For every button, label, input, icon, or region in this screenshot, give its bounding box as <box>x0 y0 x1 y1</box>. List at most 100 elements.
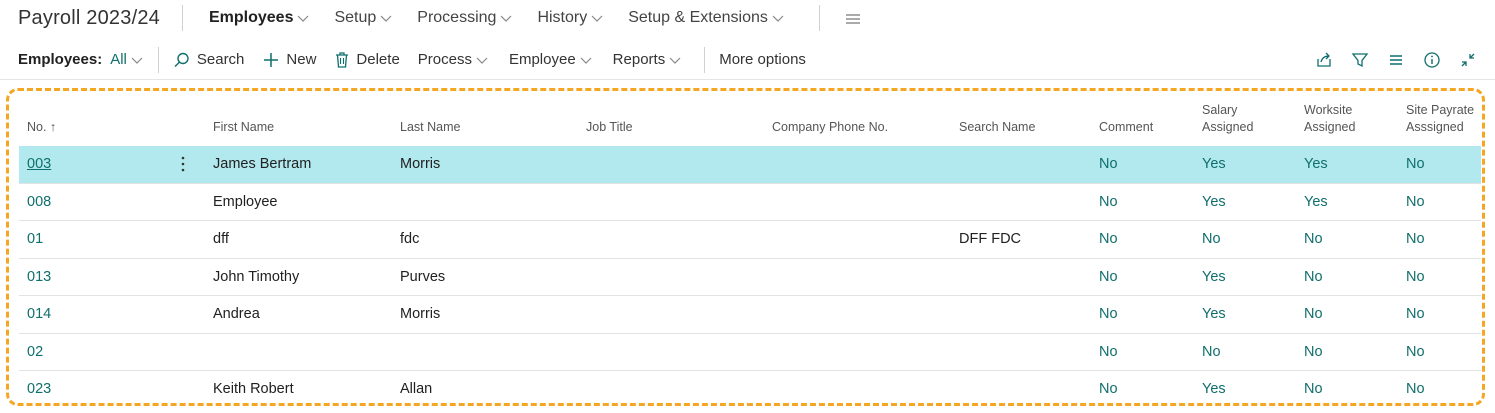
view-label: Employees: <box>18 51 103 68</box>
hamburger-icon[interactable] <box>844 12 862 24</box>
nav-history[interactable]: History <box>537 9 606 27</box>
cell-salary-assigned: Yes <box>1202 306 1226 322</box>
new-button[interactable]: New <box>262 51 316 69</box>
cell-last-name: fdc <box>400 231 420 247</box>
delete-button[interactable]: Delete <box>334 51 400 69</box>
column-header-job-title[interactable]: Job Title <box>586 119 633 136</box>
cell-worksite-assigned: No <box>1304 231 1323 247</box>
cell-last-name: Morris <box>400 156 441 172</box>
cell-last-name: Morris <box>400 306 441 322</box>
view-filter-dropdown[interactable]: All <box>110 51 146 68</box>
divider <box>157 46 159 73</box>
trash-icon <box>334 51 350 69</box>
cell-site-payrate-assigned: No <box>1406 343 1425 360</box>
cell-site-payrate-assigned: No <box>1406 231 1425 247</box>
reports-label: Reports <box>612 51 666 68</box>
table-row[interactable]: 003 James Bertram Morris No Yes Yes No <box>19 146 1481 184</box>
chevron-down-icon <box>590 13 606 23</box>
row-actions-icon[interactable] <box>181 155 185 173</box>
chevron-down-icon <box>296 13 312 23</box>
header-line: Salary <box>1202 103 1238 117</box>
table-row[interactable]: 02 No No No No <box>19 334 1481 371</box>
delete-label: Delete <box>356 51 400 68</box>
column-header-comment[interactable]: Comment <box>1099 119 1153 136</box>
list-view-icon[interactable] <box>1387 51 1405 69</box>
filter-icon[interactable] <box>1351 51 1369 69</box>
top-navigation: Payroll 2023/24 Employees Setup Processi… <box>0 0 1495 36</box>
header-line: Asssigned <box>1406 120 1464 134</box>
collapse-icon[interactable] <box>1459 51 1477 69</box>
cell-comment: No <box>1099 268 1118 285</box>
search-button[interactable]: Search <box>173 51 245 69</box>
employee-menu[interactable]: Employee <box>509 51 595 68</box>
cell-no[interactable]: 013 <box>27 259 51 296</box>
cell-salary-assigned: Yes <box>1202 381 1226 397</box>
column-header-company-phone[interactable]: Company Phone No. <box>772 119 888 136</box>
plus-icon <box>262 51 280 69</box>
chevron-down-icon <box>771 13 787 23</box>
info-icon[interactable] <box>1423 51 1441 69</box>
divider <box>818 5 820 31</box>
column-header-site-payrate-assigned[interactable]: Site Payrate Asssigned <box>1406 102 1474 136</box>
nav-setup-extensions-label: Setup & Extensions <box>628 9 768 26</box>
table-row[interactable]: 01 dff fdc DFF FDC No No No No <box>19 221 1481 259</box>
nav-employees[interactable]: Employees <box>209 9 312 27</box>
nav-employees-label: Employees <box>208 9 294 26</box>
cell-comment: No <box>1099 156 1118 172</box>
column-header-last-name[interactable]: Last Name <box>400 119 460 136</box>
header-line: Site Payrate <box>1406 103 1475 117</box>
more-options-button[interactable]: More options <box>719 51 806 68</box>
share-icon[interactable] <box>1315 51 1333 69</box>
nav-setup-extensions[interactable]: Setup & Extensions <box>628 9 787 27</box>
grid-header: No. ↑ First Name Last Name Job Title Com… <box>19 95 1481 146</box>
table-row[interactable]: 023 Keith Robert Allan No Yes No No <box>19 371 1481 409</box>
cell-salary-assigned: No <box>1202 231 1221 247</box>
column-header-no[interactable]: No. ↑ <box>27 119 56 136</box>
cell-worksite-assigned: No <box>1304 306 1323 322</box>
cell-first-name: John Timothy <box>213 268 300 285</box>
page-tools <box>1297 40 1477 80</box>
cell-salary-assigned: Yes <box>1202 156 1226 172</box>
process-menu[interactable]: Process <box>418 51 491 68</box>
table-row[interactable]: 008 Employee No Yes Yes No <box>19 184 1481 221</box>
cell-comment: No <box>1099 231 1118 247</box>
cell-worksite-assigned: No <box>1304 268 1323 285</box>
nav-processing[interactable]: Processing <box>417 9 515 27</box>
chevron-down-icon <box>668 55 684 65</box>
cell-last-name: Allan <box>400 381 433 397</box>
column-header-salary-assigned[interactable]: Salary Assigned <box>1202 102 1253 136</box>
cell-search-name: DFF FDC <box>959 231 1022 247</box>
cell-first-name: Andrea <box>213 306 260 322</box>
table-row[interactable]: 014 Andrea Morris No Yes No No <box>19 296 1481 334</box>
cell-site-payrate-assigned: No <box>1406 268 1425 285</box>
column-header-search-name[interactable]: Search Name <box>959 119 1035 136</box>
cell-no[interactable]: 023 <box>27 371 51 408</box>
reports-menu[interactable]: Reports <box>613 51 685 68</box>
column-header-first-name[interactable]: First Name <box>213 119 274 136</box>
cell-worksite-assigned: Yes <box>1304 193 1328 210</box>
highlight-outline: No. ↑ First Name Last Name Job Title Com… <box>6 88 1485 406</box>
cell-salary-assigned: Yes <box>1202 193 1226 210</box>
chevron-down-icon <box>475 55 491 65</box>
nav-history-label: History <box>537 9 588 26</box>
cell-no[interactable]: 003 <box>27 146 51 183</box>
chevron-down-icon <box>379 13 395 23</box>
cell-worksite-assigned: No <box>1304 343 1323 360</box>
column-header-worksite-assigned[interactable]: Worksite Assigned <box>1304 102 1355 136</box>
cell-comment: No <box>1099 343 1118 360</box>
cell-no[interactable]: 008 <box>27 184 51 221</box>
divider <box>181 5 183 31</box>
cell-site-payrate-assigned: No <box>1406 306 1425 322</box>
cell-salary-assigned: No <box>1202 343 1221 360</box>
cell-last-name: Purves <box>400 268 446 285</box>
nav-setup[interactable]: Setup <box>334 9 395 27</box>
cell-no[interactable]: 01 <box>27 221 43 258</box>
employee-label: Employee <box>508 51 576 68</box>
table-row[interactable]: 013 John Timothy Purves No Yes No No <box>19 259 1481 296</box>
nav-setup-label: Setup <box>334 9 377 26</box>
search-icon <box>173 51 191 69</box>
search-label: Search <box>196 51 245 68</box>
new-label: New <box>286 51 317 68</box>
cell-no[interactable]: 02 <box>27 334 43 371</box>
cell-no[interactable]: 014 <box>27 296 51 333</box>
